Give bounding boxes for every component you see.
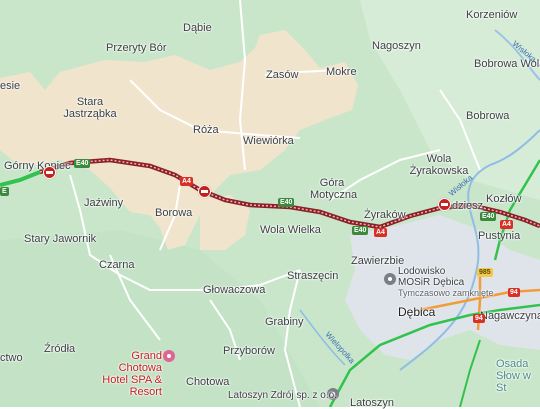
- shield-e40-b: E40: [278, 198, 295, 207]
- place-nagawczyna[interactable]: Nagawczyna: [480, 310, 540, 322]
- place-latoszyn[interactable]: Latoszyn: [350, 397, 394, 409]
- hotel-pin-icon[interactable]: [163, 350, 175, 362]
- place-pustynia[interactable]: Pustynia: [478, 230, 520, 242]
- shield-e40-a: E40: [74, 159, 91, 168]
- incident-icon-middle[interactable]: [198, 185, 211, 198]
- shield-e40-c: E40: [352, 226, 369, 235]
- place-wiewiorka[interactable]: Wiewiórka: [243, 135, 294, 147]
- place-mokre[interactable]: Mokre: [326, 66, 357, 78]
- place-nagoszyn[interactable]: Nagoszyn: [372, 40, 421, 52]
- place-czarna[interactable]: Czarna: [99, 259, 134, 271]
- shield-a4-a: A4: [180, 177, 193, 186]
- place-gorny-koniec[interactable]: Górny Koniec: [4, 160, 71, 172]
- poi-mosir-status: Tymczasowo zamknięte: [398, 288, 494, 298]
- place-zyrakow[interactable]: Żyraków: [364, 209, 406, 221]
- place-korzeniow[interactable]: Korzeniów: [466, 9, 517, 21]
- place-wola-zyrakowska[interactable]: Wola Żyrakowska: [406, 153, 472, 177]
- place-przeryty-bor[interactable]: Przeryty Bór: [106, 42, 167, 54]
- place-dziesz[interactable]: dziesz: [452, 200, 483, 212]
- place-wola-wielka[interactable]: Wola Wielka: [260, 224, 321, 236]
- place-kozlow[interactable]: Kozłów: [486, 193, 521, 205]
- poi-hotel[interactable]: Grand Chotowa Hotel SPA & Resort: [90, 350, 162, 398]
- place-glowaczowa[interactable]: Głowaczowa: [203, 284, 265, 296]
- place-osada[interactable]: Osada Słow w St: [496, 358, 540, 394]
- place-borowa[interactable]: Borowa: [155, 207, 192, 219]
- shield-e40-d: E40: [480, 212, 497, 221]
- shield-e-left: E: [0, 187, 9, 196]
- incident-icon-east[interactable]: [438, 198, 451, 211]
- poi-mosir[interactable]: Lodowisko MOSiR Dębica: [398, 266, 478, 288]
- place-straszecin[interactable]: Straszęcin: [287, 270, 338, 282]
- place-grabiny[interactable]: Grabiny: [265, 316, 304, 328]
- mosir-pin-icon[interactable]: [384, 273, 396, 285]
- shield-a4-c: A4: [500, 220, 513, 229]
- place-dabie[interactable]: Dąbie: [183, 22, 212, 34]
- place-zrodla[interactable]: Źródła: [44, 343, 75, 355]
- incident-icon-west[interactable]: [43, 166, 56, 179]
- place-zasow[interactable]: Zasów: [266, 69, 298, 81]
- place-stary-jawornik[interactable]: Stary Jawornik: [24, 233, 96, 245]
- place-stara-jastrzabka[interactable]: Stara Jastrząbka: [62, 96, 118, 120]
- place-gora-motyczna[interactable]: Góra Motyczna: [310, 177, 357, 201]
- shield-94-a: 94: [508, 288, 520, 297]
- place-debica[interactable]: Dębica: [398, 306, 435, 318]
- place-roza[interactable]: Róża: [193, 124, 219, 136]
- shield-985: 985: [477, 268, 493, 277]
- place-jazwiny[interactable]: Jaźwiny: [84, 197, 123, 209]
- place-przyborow[interactable]: Przyborów: [223, 345, 275, 357]
- shield-a4-b: A4: [374, 228, 387, 237]
- place-lesie[interactable]: esie: [0, 80, 20, 92]
- place-chotowa[interactable]: Chotowa: [186, 376, 229, 388]
- place-ctwo[interactable]: ctwo: [0, 352, 23, 364]
- poi-latoszyn-zdroj[interactable]: Latoszyn Zdrój sp. z o.o.: [228, 390, 337, 401]
- place-zawierzbie[interactable]: Zawierzbie: [351, 255, 404, 267]
- shield-94-b: 94: [473, 314, 485, 323]
- place-bobrowa[interactable]: Bobrowa: [466, 110, 509, 122]
